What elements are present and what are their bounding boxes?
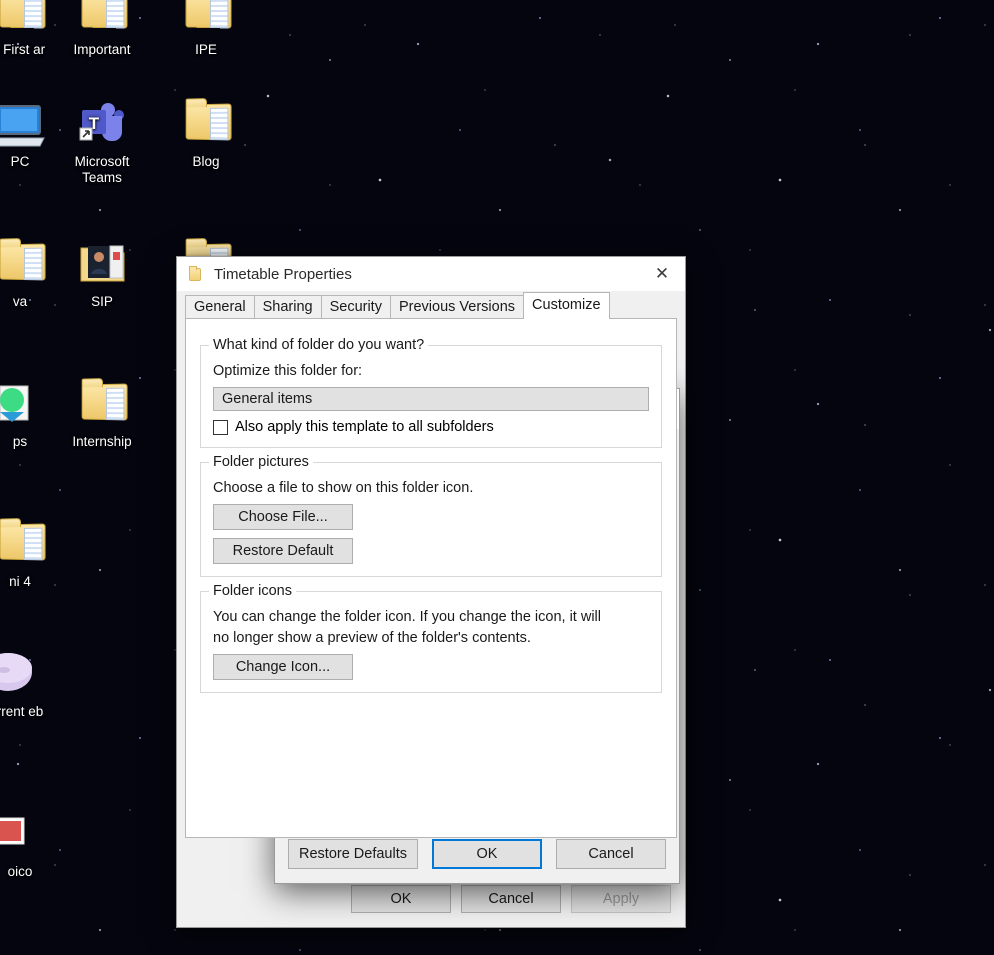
restore-defaults-button[interactable]: Restore Defaults [288, 839, 418, 869]
desktop-icon-label: rrent eb [0, 704, 44, 719]
desktop-icon-label: oico [7, 864, 33, 879]
desktop-icon-internship[interactable]: Internship [60, 378, 144, 450]
monitor-icon [0, 98, 50, 150]
desktop-icon-label: ni 4 [9, 574, 31, 589]
desktop-icon-label: PC [10, 154, 30, 169]
optimize-label: Optimize this folder for: [213, 363, 363, 379]
folder-photo-icon [72, 238, 132, 290]
desktop-icon-label: Important [73, 42, 131, 57]
desktop-icon-this-pc[interactable]: PC [0, 98, 62, 170]
folder-open-icon [0, 518, 50, 570]
folder-open-icon [0, 0, 50, 38]
desktop-icon-mini4[interactable]: ni 4 [0, 518, 62, 590]
checkbox-box[interactable] [213, 419, 228, 435]
tab-customize[interactable]: Customize [523, 292, 610, 319]
close-icon[interactable]: ✕ [639, 257, 685, 291]
desktop-icon-label: Internship [72, 434, 132, 449]
choose-file-button[interactable]: Choose File... [213, 504, 353, 530]
tab-previous-versions[interactable]: Previous Versions [389, 295, 525, 319]
checkbox-label: Also apply this template to all subfolde… [235, 419, 494, 435]
tab-sharing[interactable]: Sharing [253, 295, 322, 319]
red-square-icon [0, 808, 50, 860]
desktop-icon-label: va [12, 294, 28, 309]
desktop-icon-label: Microsoft Teams [74, 154, 130, 185]
desktop-icon-label: ps [12, 434, 28, 449]
folder-icons-group-title: Folder icons [209, 583, 296, 599]
moon-icon [0, 648, 50, 700]
desktop-icon-first-year[interactable]: - First ar [0, 0, 62, 58]
properties-title-bar: Timetable Properties ✕ [177, 257, 685, 291]
change-icon-button[interactable]: Change Icon... [213, 654, 353, 680]
desktop-icon-sip[interactable]: SIP [60, 238, 144, 310]
folder-icons-group: Folder icons You can change the folder i… [200, 583, 662, 693]
change-icon-cancel-button[interactable]: Cancel [556, 839, 666, 869]
folder-open-icon [176, 0, 236, 38]
teams-icon: T [72, 98, 132, 150]
change-icon-ok-button[interactable]: OK [432, 839, 542, 869]
properties-tab-strip[interactable]: General Sharing Security Previous Versio… [177, 292, 685, 319]
properties-window-title: Timetable Properties [214, 265, 352, 283]
desktop-icon-label: IPE [195, 42, 217, 57]
folder-icon [187, 265, 205, 283]
folder-open-icon [72, 378, 132, 430]
folder-pictures-group-title: Folder pictures [209, 454, 313, 470]
folder-pictures-group: Folder pictures Choose a file to show on… [200, 454, 662, 577]
desktop-icon-important[interactable]: Important [60, 0, 144, 58]
desktop-icon-blog[interactable]: Blog [164, 98, 248, 170]
folder-open-icon [72, 0, 132, 38]
folder-open-icon [0, 238, 50, 290]
desktop-icon-apps[interactable]: ps [0, 378, 62, 450]
tab-general[interactable]: General [185, 295, 255, 319]
folder-green-icon [0, 378, 50, 430]
timetable-properties-window[interactable]: Timetable Properties ✕ General Sharing S… [176, 256, 686, 928]
desktop-icon-label: - First ar [0, 42, 46, 57]
customize-tab-panel: What kind of folder do you want? Optimiz… [185, 318, 677, 838]
choose-file-label: Choose a file to show on this folder ico… [213, 480, 474, 496]
desktop-icon-java[interactable]: va [0, 238, 62, 310]
folder-kind-group: What kind of folder do you want? Optimiz… [200, 337, 662, 448]
desktop-icon-torrent-web[interactable]: rrent eb [0, 648, 62, 720]
tab-security[interactable]: Security [320, 295, 391, 319]
folder-icon-desc-line1: You can change the folder icon. If you c… [213, 609, 601, 625]
folder-icon-desc-line2: no longer show a preview of the folder's… [213, 630, 531, 646]
properties-ok-button[interactable]: OK [351, 885, 451, 913]
folder-open-icon [176, 98, 236, 150]
properties-apply-button: Apply [571, 885, 671, 913]
optimize-folder-combo[interactable]: General items [213, 387, 649, 411]
properties-cancel-button[interactable]: Cancel [461, 885, 561, 913]
desktop-icon-label: Blog [192, 154, 220, 169]
desktop-icon-oico[interactable]: oico [0, 808, 62, 880]
restore-default-button[interactable]: Restore Default [213, 538, 353, 564]
desktop-icon-label: SIP [91, 294, 113, 309]
folder-kind-group-title: What kind of folder do you want? [209, 337, 429, 353]
desktop: - First ar Important IPE PC T Microsoft … [0, 0, 994, 955]
apply-to-subfolders-checkbox[interactable]: Also apply this template to all subfolde… [213, 419, 649, 435]
desktop-icon-ipe[interactable]: IPE [164, 0, 248, 58]
desktop-icon-microsoft-teams[interactable]: T Microsoft Teams [60, 98, 144, 186]
